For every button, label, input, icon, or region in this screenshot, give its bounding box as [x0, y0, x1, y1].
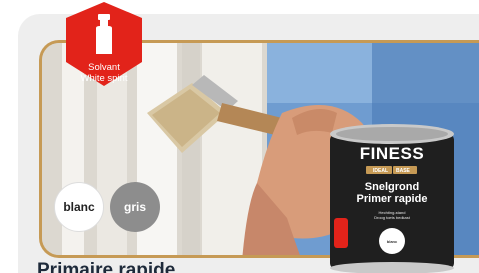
can-name-line2: Primer rapide [356, 193, 428, 205]
can-name-line1: Snelgrond [364, 181, 420, 193]
badge-line-white-spirit: White spirit [80, 73, 128, 84]
can-sub-ideal: IDEAL [373, 168, 388, 174]
color-option-blanc[interactable]: blanc [54, 182, 104, 232]
color-option-label: gris [123, 200, 146, 214]
color-option-label: blanc [63, 200, 95, 214]
color-option-gris[interactable]: gris [110, 182, 160, 232]
product-title: Primaire rapide [37, 260, 176, 273]
can-sub-base: BASE [396, 168, 410, 174]
badge-line-solvant: Solvant [88, 62, 120, 73]
can-color-label: blanc [386, 239, 398, 244]
can-brand: FINESS [359, 144, 425, 163]
can-small-text: Droog toets bedkast [374, 215, 410, 220]
solvent-badge: Solvant White spirit [58, 0, 150, 88]
paint-can-image: FINESS IDEAL BASE Snelgrond Primer rapid… [318, 118, 464, 273]
